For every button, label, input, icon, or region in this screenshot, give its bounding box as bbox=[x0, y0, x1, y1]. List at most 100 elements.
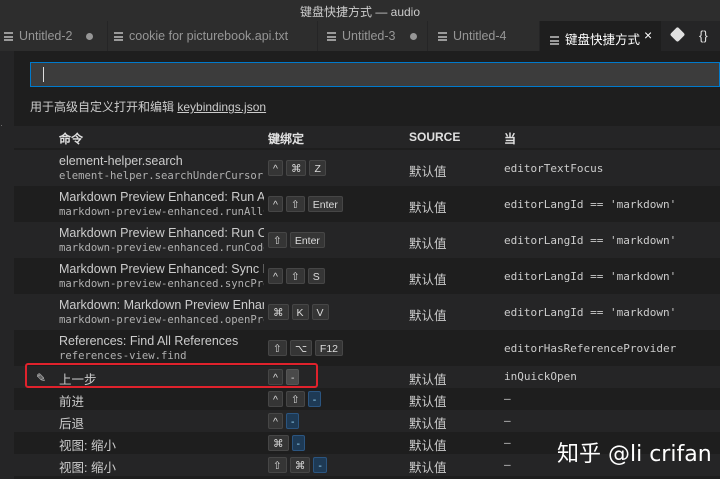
tab-untitled-2[interactable]: Untitled-2 bbox=[0, 21, 108, 51]
source-value: 默认值 bbox=[409, 273, 447, 287]
keybindings-json-link[interactable]: keybindings.json bbox=[177, 100, 266, 114]
json-braces-icon[interactable]: {} bbox=[699, 28, 708, 43]
command-id: markdown-preview-enhanced.syncPreview bbox=[59, 278, 264, 290]
table-header: 命令 键绑定 SOURCE 当 bbox=[14, 126, 720, 148]
when-value: — bbox=[504, 436, 511, 449]
text-caret bbox=[43, 67, 44, 82]
tab-label: Untitled-4 bbox=[453, 29, 507, 43]
key-cap: - bbox=[285, 413, 300, 429]
when-value: — bbox=[504, 392, 511, 405]
key-cap: ⌘ bbox=[268, 435, 289, 451]
table-row[interactable]: References: Find All References referenc… bbox=[14, 330, 720, 366]
key-cap: ^ bbox=[268, 196, 283, 212]
command-label: element-helper.search bbox=[59, 154, 183, 168]
key-cap: ⇧ bbox=[268, 232, 287, 248]
key-cap: ⌘ bbox=[289, 457, 311, 473]
when-value: — bbox=[504, 458, 511, 471]
key-cap: - bbox=[307, 391, 322, 407]
key-cap: ⇧ bbox=[285, 196, 305, 212]
source-value: 默认值 bbox=[409, 417, 447, 431]
column-when: 当 bbox=[504, 132, 517, 146]
table-row[interactable]: Markdown Preview Enhanced: Run Code Chun… bbox=[14, 222, 720, 258]
column-command: 命令 bbox=[59, 132, 84, 146]
key-cap: ⇧ bbox=[268, 340, 287, 356]
when-value: editorHasReferenceProvider bbox=[504, 342, 677, 355]
command-label: Markdown Preview Enhanced: Sync Preview bbox=[59, 262, 264, 276]
when-value: editorTextFocus bbox=[504, 162, 604, 175]
key-cap: ⌘ bbox=[268, 304, 289, 320]
keybinding-search-box[interactable] bbox=[30, 62, 720, 87]
command-label: 前进 bbox=[59, 395, 85, 409]
tab-label: Untitled-3 bbox=[342, 29, 396, 43]
key-cap: S bbox=[307, 268, 325, 284]
command-id: element-helper.searchUnderCursor bbox=[59, 170, 264, 182]
source-value: 默认值 bbox=[409, 461, 447, 475]
table-row[interactable]: Markdown Preview Enhanced: Run All markd… bbox=[14, 186, 720, 222]
file-icon bbox=[438, 32, 447, 41]
key-cap: V bbox=[311, 304, 329, 320]
file-icon bbox=[327, 32, 336, 41]
command-label: References: Find All References bbox=[59, 334, 239, 348]
command-label: Markdown: Markdown Preview Enhanced bbox=[59, 298, 264, 312]
window-title: 键盘快捷方式 — audio bbox=[299, 5, 421, 19]
file-icon bbox=[550, 36, 559, 45]
table-row[interactable]: 前进 ^ ⇧ - 默认值 — bbox=[14, 388, 720, 410]
source-value: 默认值 bbox=[409, 373, 447, 387]
key-cap: ⇧ bbox=[285, 391, 305, 407]
column-keybinding: 键绑定 bbox=[268, 132, 305, 146]
key-cap: ^ bbox=[268, 268, 283, 284]
table-row[interactable]: element-helper.search element-helper.sea… bbox=[14, 150, 720, 186]
table-row[interactable]: Markdown: Markdown Preview Enhanced mark… bbox=[14, 294, 720, 330]
tab-label: cookie for picturebook.api.txt bbox=[129, 29, 289, 43]
gutter-marker: · bbox=[0, 120, 3, 130]
command-label: 视图: 缩小 bbox=[59, 439, 116, 453]
key-cap: ^ bbox=[268, 391, 283, 407]
key-cap: ⌘ bbox=[285, 160, 307, 176]
tab-untitled-4[interactable]: Untitled-4 bbox=[428, 21, 540, 51]
dirty-dot-icon[interactable] bbox=[86, 33, 93, 40]
file-icon bbox=[4, 32, 13, 41]
title-bar: 键盘快捷方式 — audio bbox=[0, 0, 720, 21]
tab-untitled-3[interactable]: Untitled-3 bbox=[318, 21, 428, 51]
command-id: markdown-preview-enhanced.runAllCodeChun… bbox=[59, 206, 264, 218]
key-cap: Enter bbox=[307, 196, 343, 212]
file-icon bbox=[114, 32, 123, 41]
key-cap: - bbox=[313, 457, 327, 473]
table-row[interactable]: 后退 ^ - 默认值 — bbox=[14, 410, 720, 432]
search-input[interactable] bbox=[47, 65, 647, 84]
source-value: 默认值 bbox=[409, 201, 447, 215]
key-cap: Z bbox=[309, 160, 326, 176]
dirty-dot-icon[interactable] bbox=[410, 33, 417, 40]
key-cap: ^ bbox=[268, 413, 283, 429]
source-value: 默认值 bbox=[409, 165, 447, 179]
key-cap: Enter bbox=[289, 232, 325, 248]
hint-prefix: 用于高级自定义打开和编辑 bbox=[30, 100, 178, 114]
when-value: editorLangId == 'markdown' bbox=[504, 198, 677, 211]
left-gutter: · bbox=[0, 51, 14, 479]
key-cap: ⌥ bbox=[289, 340, 312, 356]
key-cap: ⇧ bbox=[268, 457, 287, 473]
table-row[interactable]: Markdown Preview Enhanced: Sync Preview … bbox=[14, 258, 720, 294]
tab-label: Untitled-2 bbox=[19, 29, 73, 43]
command-label: Markdown Preview Enhanced: Run Code Chun… bbox=[59, 226, 264, 240]
when-value: editorLangId == 'markdown' bbox=[504, 234, 677, 247]
when-value: editorLangId == 'markdown' bbox=[504, 306, 677, 319]
source-value: 默认值 bbox=[409, 309, 447, 323]
hint-text: 用于高级自定义打开和编辑 keybindings.json bbox=[30, 98, 266, 115]
source-value: 默认值 bbox=[409, 237, 447, 251]
when-value: inQuickOpen bbox=[504, 370, 577, 383]
tab-bar: Untitled-2 cookie for picturebook.api.tx… bbox=[0, 21, 720, 51]
command-id: references-view.find bbox=[59, 350, 187, 362]
key-cap: - bbox=[291, 435, 305, 451]
command-id: markdown-preview-enhanced.openPreview bbox=[59, 314, 264, 326]
key-cap: ⇧ bbox=[285, 268, 305, 284]
when-value: — bbox=[504, 414, 511, 427]
tab-cookie[interactable]: cookie for picturebook.api.txt bbox=[108, 21, 318, 51]
command-label: 后退 bbox=[59, 417, 85, 431]
key-cap: F12 bbox=[314, 340, 344, 356]
command-id: markdown-preview-enhanced.runCodeChunk bbox=[59, 242, 264, 254]
tab-keyboard-shortcuts[interactable]: 键盘快捷方式 × bbox=[540, 21, 662, 51]
key-cap: K bbox=[291, 304, 309, 320]
close-icon[interactable]: × bbox=[644, 27, 652, 43]
command-label: 视图: 缩小 bbox=[59, 461, 116, 475]
